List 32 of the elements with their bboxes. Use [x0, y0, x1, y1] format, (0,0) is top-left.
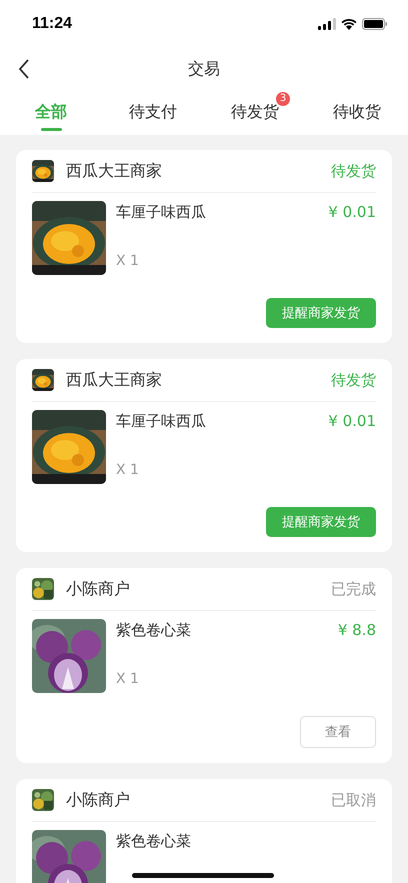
product-name: 紫色卷心菜 [116, 832, 191, 851]
shop-name: 小陈商户 [66, 578, 131, 600]
tab[interactable]: 待支付 [129, 101, 177, 123]
order-status: 待发货 [331, 162, 376, 180]
product-price: ¥ 8.8 [338, 621, 376, 640]
shop-name: 小陈商户 [66, 790, 131, 810]
product-price: ¥ 0.01 [328, 412, 376, 431]
order-status: 已取消 [331, 790, 376, 810]
page-title: 交易 [188, 59, 220, 80]
remind-button[interactable]: 提醒商家发货 [266, 507, 376, 537]
battery-icon [362, 18, 388, 30]
back-icon[interactable] [18, 59, 30, 79]
quantity: X 1 [116, 253, 140, 269]
product-name: 车厘子味西瓜 [116, 412, 206, 431]
product-name: 车厘子味西瓜 [116, 203, 206, 222]
shop-name: 西瓜大王商家 [66, 160, 163, 182]
view-button[interactable]: 查看 [300, 716, 376, 748]
product-price: ¥ 0.01 [328, 203, 376, 222]
tab[interactable]: 待收货 [333, 101, 381, 123]
count-badge: 3 [276, 92, 290, 106]
order-status: 待发货 [331, 370, 376, 390]
remind-button[interactable]: 提醒商家发货 [266, 298, 376, 328]
quantity: X 1 [116, 462, 140, 478]
signal-icon [318, 18, 336, 30]
shop-name: 西瓜大王商家 [66, 370, 163, 390]
tab[interactable]: 待发货 [231, 101, 279, 123]
order-status: 已完成 [331, 580, 376, 598]
clock-time: 11:24 [32, 14, 72, 32]
wifi-icon [341, 18, 357, 30]
product-name: 紫色卷心菜 [116, 621, 191, 640]
tab[interactable]: 全部 [35, 101, 67, 123]
quantity: X 1 [116, 671, 140, 687]
